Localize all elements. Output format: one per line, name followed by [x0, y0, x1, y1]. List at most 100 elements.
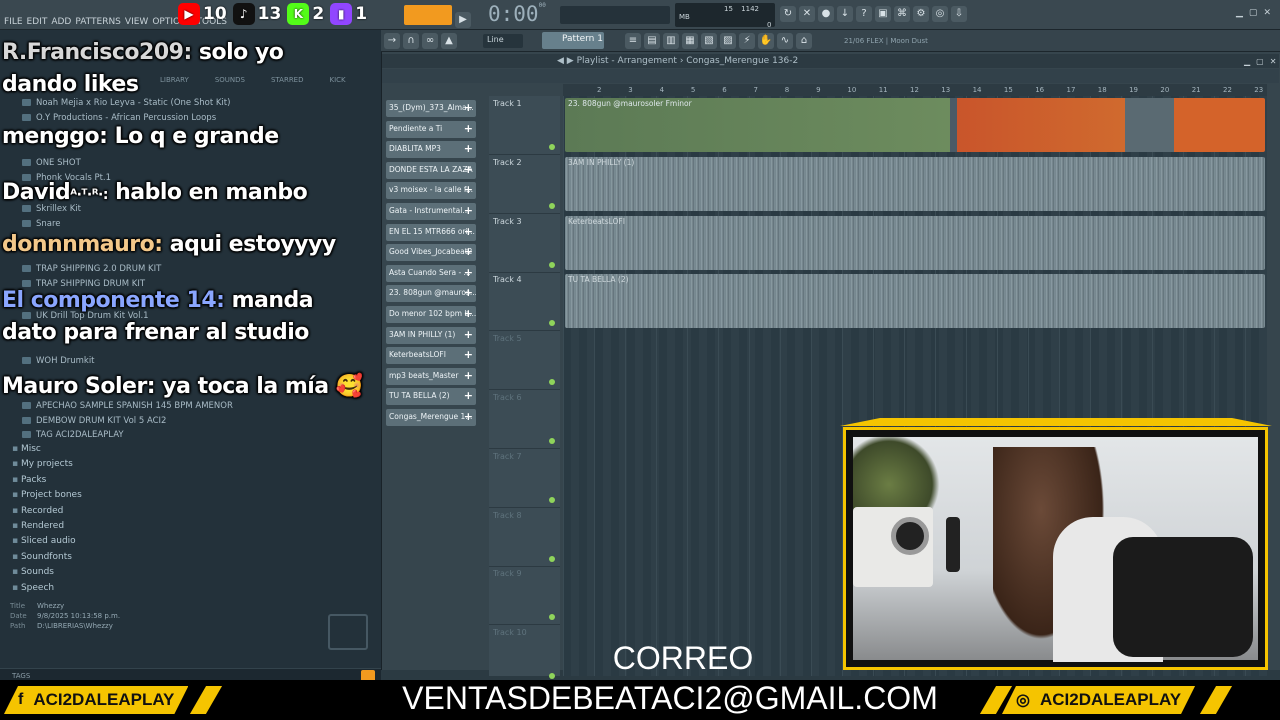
track-mute-led[interactable]	[549, 438, 555, 444]
pattern-name: DONDE ESTA LA ZAZA	[389, 164, 473, 174]
track-mute-led[interactable]	[549, 320, 555, 327]
add-pattern-icon[interactable]: +	[464, 183, 473, 196]
track-header[interactable]: Track 1	[489, 96, 560, 155]
audio-clip[interactable]: KeterbeatsLOFI	[565, 215, 1265, 270]
browser-folder[interactable]: ▪ Misc	[12, 444, 41, 454]
settings-icon[interactable]: ⚙	[913, 6, 929, 22]
add-pattern-icon[interactable]: +	[464, 286, 473, 299]
track-mute-led[interactable]	[549, 261, 555, 268]
browser-window-icon[interactable]: ▧	[701, 33, 717, 49]
pattern-selector[interactable]: Pattern 1	[542, 32, 604, 49]
track-header[interactable]: Track 8	[489, 508, 560, 567]
minimize-icon[interactable]: ▁	[1236, 8, 1243, 18]
folder-icon: ▪	[12, 582, 21, 593]
add-pattern-icon[interactable]: +	[464, 348, 473, 361]
track-mute-led[interactable]	[549, 379, 555, 386]
track-mute-led[interactable]	[549, 614, 555, 621]
add-pattern-icon[interactable]: +	[464, 307, 473, 320]
add-pattern-icon[interactable]: +	[464, 101, 473, 114]
audio-clip[interactable]: 3AM IN PHILLY (1)	[565, 156, 1265, 211]
track-name: Track 4	[493, 275, 522, 285]
add-pattern-icon[interactable]: +	[464, 389, 473, 402]
mixer-window-icon[interactable]: ▦	[682, 33, 698, 49]
track-header[interactable]: Track 6	[489, 390, 560, 449]
timeline-ruler[interactable]: 2 3 4 5 6 7 8 9 10 11 12 13 14 15 16 17 18 19 20 21 22 23	[563, 84, 1267, 96]
play-icon[interactable]: ▶	[455, 12, 471, 28]
audio-clip[interactable]: TU TA BELLA (2)	[565, 274, 1265, 329]
track-mute-led[interactable]	[549, 555, 555, 562]
export-icon[interactable]: ⇩	[951, 6, 967, 22]
playlist-maximize-icon[interactable]: ▢	[1256, 57, 1264, 66]
plugin-icon[interactable]: ⌘	[894, 6, 910, 22]
chat-username: Mauro Soler:	[2, 374, 156, 399]
track-mute-led[interactable]	[549, 496, 555, 503]
browser-folder[interactable]: ▪ Recorded	[12, 506, 63, 516]
add-pattern-icon[interactable]: +	[464, 142, 473, 155]
download-icon[interactable]: ↓	[837, 6, 853, 22]
plug-icon[interactable]: ⚡	[739, 33, 755, 49]
browser-folder[interactable]: ▪ Speech	[12, 583, 54, 593]
piano-roll-icon[interactable]: ▤	[644, 33, 660, 49]
magnet-icon[interactable]: ∩	[403, 33, 419, 49]
playlist-close-icon[interactable]: ✕	[1270, 57, 1277, 66]
track-mute-led[interactable]	[549, 144, 555, 150]
browser-file-item[interactable]: TAG ACI2DALEAPLAY	[22, 430, 124, 440]
wave-icon[interactable]: ∿	[777, 33, 793, 49]
track-header[interactable]: Track 9	[489, 566, 560, 626]
link-icon[interactable]: ∞	[422, 33, 438, 49]
ruler-bar-number: 5	[690, 86, 696, 94]
save-icon[interactable]: ▣	[875, 6, 891, 22]
help-icon[interactable]: ?	[856, 6, 872, 22]
browser-folder[interactable]: ▪ Project bones	[12, 490, 82, 500]
track-header[interactable]: Track 7	[489, 449, 560, 508]
track-name: Track 7	[493, 451, 522, 461]
playlist-minimize-icon[interactable]: ▁	[1244, 57, 1250, 66]
ruler-bar-number: 23	[1254, 86, 1264, 94]
browser-folder[interactable]: ▪ Packs	[12, 475, 46, 485]
window-controls: ▁ ▢ ✕	[1236, 8, 1271, 18]
audio-clip[interactable]: 23. 808gun @maurosoler Fminor	[565, 98, 1265, 152]
snap-select[interactable]: Line	[483, 34, 523, 48]
track-header[interactable]: Track 5	[489, 331, 560, 391]
add-pattern-icon[interactable]: +	[464, 163, 473, 176]
browser-folder[interactable]: ▪ Sounds	[12, 567, 54, 577]
close-icon[interactable]: ✕	[1263, 8, 1271, 18]
chat-icon[interactable]: ◎	[932, 6, 948, 22]
chat-message: El componente 14: manda	[2, 288, 314, 313]
chat-text: solo yo	[198, 40, 284, 65]
mixer-icon[interactable]: ✕	[799, 6, 815, 22]
new-folder-icon[interactable]	[328, 614, 368, 650]
channel-rack-icon[interactable]: ▥	[663, 33, 679, 49]
add-pattern-icon[interactable]: +	[464, 266, 473, 279]
track-header[interactable]: Track 2	[489, 155, 560, 214]
add-pattern-icon[interactable]: +	[464, 225, 473, 238]
browser-folder[interactable]: ▪ Rendered	[12, 521, 64, 531]
plugin-picker-icon[interactable]: ▨	[720, 33, 736, 49]
add-pattern-icon[interactable]: +	[464, 245, 473, 258]
maximize-icon[interactable]: ▢	[1249, 8, 1258, 18]
browser-folder[interactable]: ▪ Soundfonts	[12, 552, 72, 562]
track-header[interactable]: Track 3	[489, 214, 560, 273]
touch-keyboard-icon[interactable]: ✋	[758, 33, 774, 49]
add-pattern-icon[interactable]: +	[464, 122, 473, 135]
browser-folder[interactable]: ▪ My projects	[12, 459, 73, 469]
refresh-icon[interactable]: ↻	[780, 6, 796, 22]
add-pattern-icon[interactable]: +	[464, 410, 473, 423]
chair-image	[1113, 537, 1253, 657]
cart-icon[interactable]: ⌂	[796, 33, 812, 49]
add-pattern-icon[interactable]: +	[464, 204, 473, 217]
ruler-bar-number: 2	[597, 86, 602, 94]
track-header[interactable]: Track 4	[489, 272, 560, 332]
chat-message: Mauro Soler: ya toca la mía 🥰	[2, 374, 363, 399]
pattern-name: Good Vibes_Jocabeat2	[389, 247, 473, 257]
browser-folder[interactable]: ▪ Sliced audio	[12, 536, 76, 546]
playlist-arrows-icon[interactable]: ◀ ▶	[557, 56, 577, 66]
playlist-icon[interactable]: ≡	[625, 33, 641, 49]
microphone-icon[interactable]: ●	[818, 6, 834, 22]
add-pattern-icon[interactable]: +	[464, 369, 473, 382]
pattern-song-toggle[interactable]	[404, 5, 452, 25]
master-volume-area[interactable]	[560, 6, 670, 24]
stamp-icon[interactable]: ▲	[441, 33, 457, 49]
add-pattern-icon[interactable]: +	[464, 328, 473, 341]
track-mute-led[interactable]	[549, 202, 555, 209]
